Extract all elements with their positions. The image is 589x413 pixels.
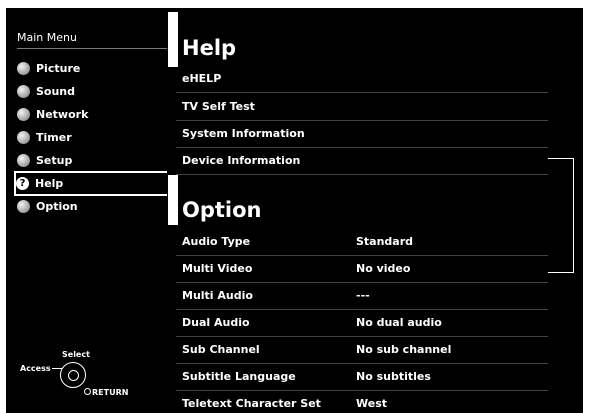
menu-item-label: Timer (36, 131, 72, 144)
picture-icon (17, 62, 30, 75)
help-item-ehelp[interactable]: eHELP (176, 65, 548, 93)
menu-item-help[interactable]: ? Help (14, 171, 167, 196)
menu-item-picture[interactable]: Picture (17, 59, 165, 78)
navigation-hint: Select Access RETURN (20, 348, 140, 398)
menu-item-label: Network (36, 108, 89, 121)
row-label: TV Self Test (182, 100, 255, 113)
row-value: No subtitles (356, 370, 431, 383)
row-label: Subtitle Language (182, 370, 296, 383)
option-row-audio-type[interactable]: Audio Type Standard (176, 228, 548, 256)
menu-item-label: Sound (36, 85, 76, 98)
row-label: Audio Type (182, 235, 251, 248)
option-row-subtitle-language[interactable]: Subtitle Language No subtitles (176, 363, 548, 391)
help-item-device-information[interactable]: Device Information (176, 147, 548, 175)
menu-item-sound[interactable]: Sound (17, 82, 165, 101)
row-label: Sub Channel (182, 343, 260, 356)
option-section-marker (168, 175, 178, 225)
row-label: Teletext Character Set (182, 397, 321, 410)
timer-icon (17, 131, 30, 144)
row-label: Multi Video (182, 262, 253, 275)
row-value: West (356, 397, 388, 410)
menu-item-option[interactable]: Option (17, 197, 165, 216)
setup-icon (17, 154, 30, 167)
row-label: System Information (182, 127, 305, 140)
menu-item-setup[interactable]: Setup (17, 151, 165, 170)
menu-item-label: Option (36, 200, 78, 213)
tv-menu-screen: Main Menu Picture Sound Network Timer Se… (6, 8, 583, 413)
option-row-teletext-character-set[interactable]: Teletext Character Set West (176, 390, 548, 413)
network-icon (17, 108, 30, 121)
nav-select-label: Select (62, 350, 90, 359)
help-item-system-information[interactable]: System Information (176, 120, 548, 148)
option-section-title: Option (182, 198, 262, 222)
option-icon (17, 200, 30, 213)
option-row-multi-audio[interactable]: Multi Audio --- (176, 282, 548, 310)
return-button-icon (84, 388, 91, 395)
help-section-marker (168, 12, 178, 67)
menu-item-label: Picture (36, 62, 81, 75)
nav-return-label: RETURN (92, 388, 129, 397)
row-label: Multi Audio (182, 289, 253, 302)
row-value: Standard (356, 235, 414, 248)
menu-item-network[interactable]: Network (17, 105, 165, 124)
help-section-title: Help (182, 36, 237, 60)
menu-item-timer[interactable]: Timer (17, 128, 165, 147)
option-row-sub-channel[interactable]: Sub Channel No sub channel (176, 336, 548, 364)
row-value: No sub channel (356, 343, 452, 356)
menu-item-label: Help (35, 177, 64, 190)
nav-access-label: Access (20, 364, 51, 373)
help-item-tv-self-test[interactable]: TV Self Test (176, 93, 548, 121)
option-row-multi-video[interactable]: Multi Video No video (176, 255, 548, 283)
row-label: Device Information (182, 154, 301, 167)
row-label: eHELP (182, 72, 222, 85)
remote-dial-icon (60, 362, 86, 388)
row-label: Dual Audio (182, 316, 250, 329)
sound-icon (17, 85, 30, 98)
device-info-bracket (548, 158, 574, 273)
row-value: --- (356, 289, 370, 302)
main-menu-title: Main Menu (17, 31, 77, 44)
help-icon: ? (16, 177, 29, 190)
main-menu-divider (17, 48, 167, 49)
row-value: No video (356, 262, 411, 275)
menu-item-label: Setup (36, 154, 73, 167)
row-value: No dual audio (356, 316, 442, 329)
option-row-dual-audio[interactable]: Dual Audio No dual audio (176, 309, 548, 337)
